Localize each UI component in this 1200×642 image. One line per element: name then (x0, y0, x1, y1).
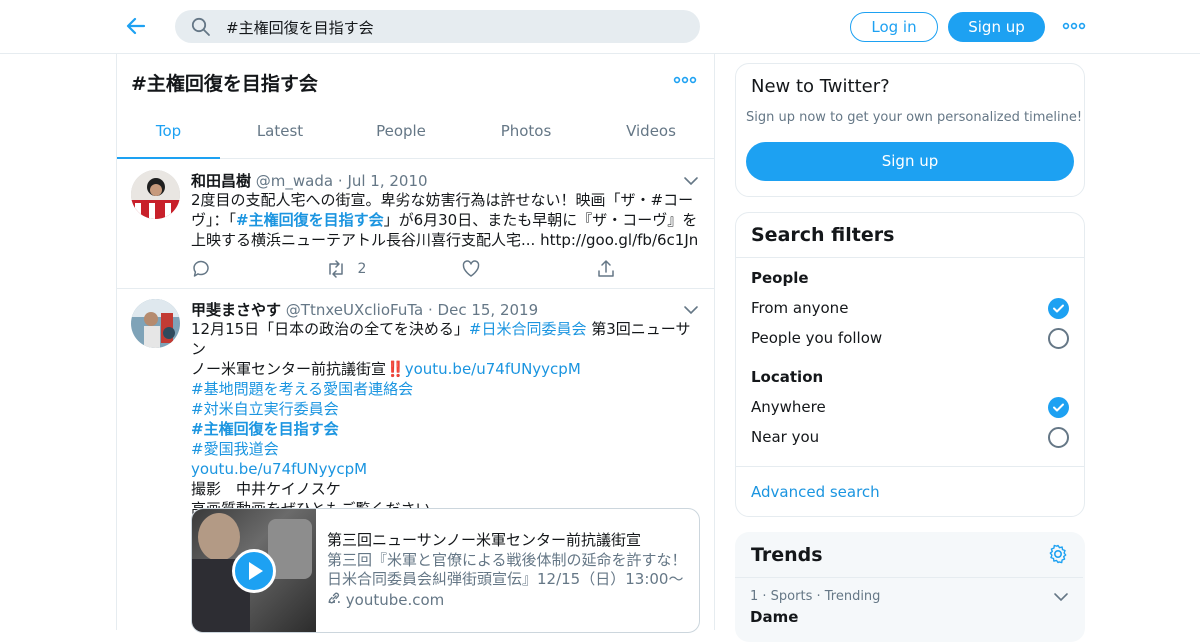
location-filter-heading: Location (751, 368, 824, 386)
radio-unchecked-icon[interactable] (1048, 427, 1069, 448)
card-thumbnail (192, 509, 316, 632)
tweet-header: 甲斐まさやす @TtnxeUXclioFuTa · Dec 15, 2019 (191, 299, 538, 320)
main-column: #主権回復を目指す会 Top Latest People Photos Vide… (116, 54, 715, 633)
separator-dot: · (427, 301, 433, 319)
tweet-actions: 2 (191, 259, 631, 279)
chevron-down-icon[interactable] (683, 173, 699, 189)
back-arrow-icon[interactable] (124, 13, 148, 39)
search-input[interactable]: #主権回復を目指す会 (175, 10, 700, 43)
tab-videos[interactable]: Videos (601, 110, 701, 159)
double-exclamation-emoji: ‼️ (386, 360, 405, 378)
page-title: #主権回復を目指す会 (131, 73, 318, 95)
tweet[interactable]: 和田昌樹 @m_wada · Jul 1, 2010 2度目の支配人宅への街宣。… (117, 160, 715, 289)
card-url-text: youtube.com (345, 591, 445, 609)
hashtag-link[interactable]: #日米合同委員会 (469, 320, 587, 338)
advanced-search-link[interactable]: Advanced search (751, 483, 880, 501)
signup-button[interactable]: Sign up (948, 12, 1045, 42)
card-url: youtube.com (327, 591, 444, 609)
chevron-down-icon[interactable] (683, 302, 699, 318)
retweet-button[interactable]: 2 (325, 259, 366, 279)
search-filters-header: Search filters (736, 213, 1084, 258)
search-filters-panel: Search filters People From anyone People… (735, 212, 1085, 517)
tweet-text-line: 」が6月30日、またも早朝に『ザ・コーヴ』を (383, 211, 698, 229)
tweet-author-name[interactable]: 和田昌樹 (191, 172, 251, 190)
tweet-link[interactable]: youtu.be/u74fUNyycpM (191, 460, 367, 478)
hashtag-link[interactable]: #対米自立実行委員会 (191, 400, 339, 418)
trends-title: Trends (751, 544, 823, 566)
tweet-text-line: 2度目の支配人宅への街宣。卑劣な妨害行為は許せない！映画「ザ・#コー (191, 191, 694, 209)
avatar[interactable] (131, 299, 180, 348)
tweet[interactable]: 甲斐まさやす @TtnxeUXclioFuTa · Dec 15, 2019 1… (117, 289, 715, 634)
tab-photos[interactable]: Photos (476, 110, 576, 159)
hashtag-link[interactable]: #主権回復を目指す会 (191, 420, 339, 438)
divider (736, 466, 1084, 467)
tab-top[interactable]: Top (117, 110, 220, 159)
tweet-header: 和田昌樹 @m_wada · Jul 1, 2010 (191, 170, 428, 191)
play-icon[interactable] (232, 549, 276, 593)
filter-near-you[interactable]: Near you (751, 428, 819, 446)
search-filters-title: Search filters (751, 224, 895, 246)
like-icon[interactable] (461, 259, 481, 279)
radio-checked-icon[interactable] (1048, 298, 1069, 319)
trend-name[interactable]: Dame (750, 608, 798, 626)
hashtag-link[interactable]: #基地問題を考える愛国者連絡会 (191, 380, 413, 398)
divider (735, 577, 1083, 578)
tweet-text: 12月15日「日本の政治の全てを決める」#日米合同委員会 第3回ニューサン ノー… (191, 319, 701, 519)
tab-latest[interactable]: Latest (230, 110, 330, 159)
search-value: #主権回復を目指す会 (226, 19, 374, 37)
tweet-handle[interactable]: @m_wada (256, 172, 333, 190)
trend-meta: 1 · Sports · Trending (750, 589, 881, 604)
new-to-twitter-panel: New to Twitter? Sign up now to get your … (735, 63, 1085, 197)
card-title: 第三回ニューサンノー米軍センター前抗議街宣 (327, 531, 641, 549)
tweet-date[interactable]: Dec 15, 2019 (438, 301, 539, 319)
filter-anywhere[interactable]: Anywhere (751, 398, 826, 416)
chevron-down-icon[interactable] (1053, 589, 1069, 605)
hashtag-link[interactable]: #愛国我道会 (191, 440, 279, 458)
separator-dot: · (337, 172, 343, 190)
tab-people[interactable]: People (351, 110, 451, 159)
tweet-handle[interactable]: @TtnxeUXclioFuTa (286, 301, 423, 319)
sidebar-signup-button[interactable]: Sign up (746, 142, 1074, 181)
radio-checked-icon[interactable] (1048, 397, 1069, 418)
tweet-text: 2度目の支配人宅への街宣。卑劣な妨害行為は許せない！映画「ザ・#コー ヴ」：「#… (191, 190, 701, 250)
new-to-twitter-title: New to Twitter? (751, 76, 890, 97)
tweet-text-line: 上映する横浜ニューテアトル長谷川喜行支配人宅... (191, 231, 541, 249)
new-to-twitter-subtitle: Sign up now to get your own personalized… (746, 110, 1083, 125)
tweet-date[interactable]: Jul 1, 2010 (347, 172, 427, 190)
radio-unchecked-icon[interactable] (1048, 328, 1069, 349)
avatar[interactable] (131, 170, 180, 219)
reply-icon[interactable] (191, 259, 211, 279)
filter-people-you-follow[interactable]: People you follow (751, 329, 882, 347)
people-filter-heading: People (751, 269, 809, 287)
tweet-link[interactable]: http://goo.gl/fb/6c1Jn (540, 231, 698, 249)
link-icon (327, 591, 341, 609)
more-options-icon[interactable] (1062, 14, 1086, 38)
search-tabs: Top Latest People Photos Videos (117, 110, 715, 159)
tweet-text-line: ヴ」：「 (191, 211, 237, 229)
share-icon[interactable] (596, 259, 616, 279)
tweet-text-line: 撮影 中井ケイノスケ (191, 480, 341, 498)
gear-icon[interactable] (1047, 543, 1069, 565)
trends-panel: Trends 1 · Sports · Trending Dame (735, 532, 1085, 642)
search-icon (191, 17, 211, 37)
tweet-text-line: ノー米軍センター前抗議街宣 (191, 360, 387, 378)
top-bar: #主権回復を目指す会 Log in Sign up (0, 0, 1200, 54)
hashtag-link[interactable]: #主権回復を目指す会 (236, 211, 384, 229)
tweet-author-name[interactable]: 甲斐まさやす (191, 301, 281, 319)
retweet-count: 2 (357, 261, 367, 277)
search-options-icon[interactable] (672, 68, 698, 92)
tweet-text-line: 12月15日「日本の政治の全てを決める」 (191, 320, 469, 338)
retweet-icon (325, 260, 347, 278)
login-button[interactable]: Log in (850, 12, 938, 42)
filter-from-anyone[interactable]: From anyone (751, 299, 848, 317)
tweet-link[interactable]: youtu.be/u74fUNyycpM (405, 360, 581, 378)
link-card[interactable]: 第三回ニューサンノー米軍センター前抗議街宣 第三回『米軍と官僚による戦後体制の延… (191, 508, 700, 633)
